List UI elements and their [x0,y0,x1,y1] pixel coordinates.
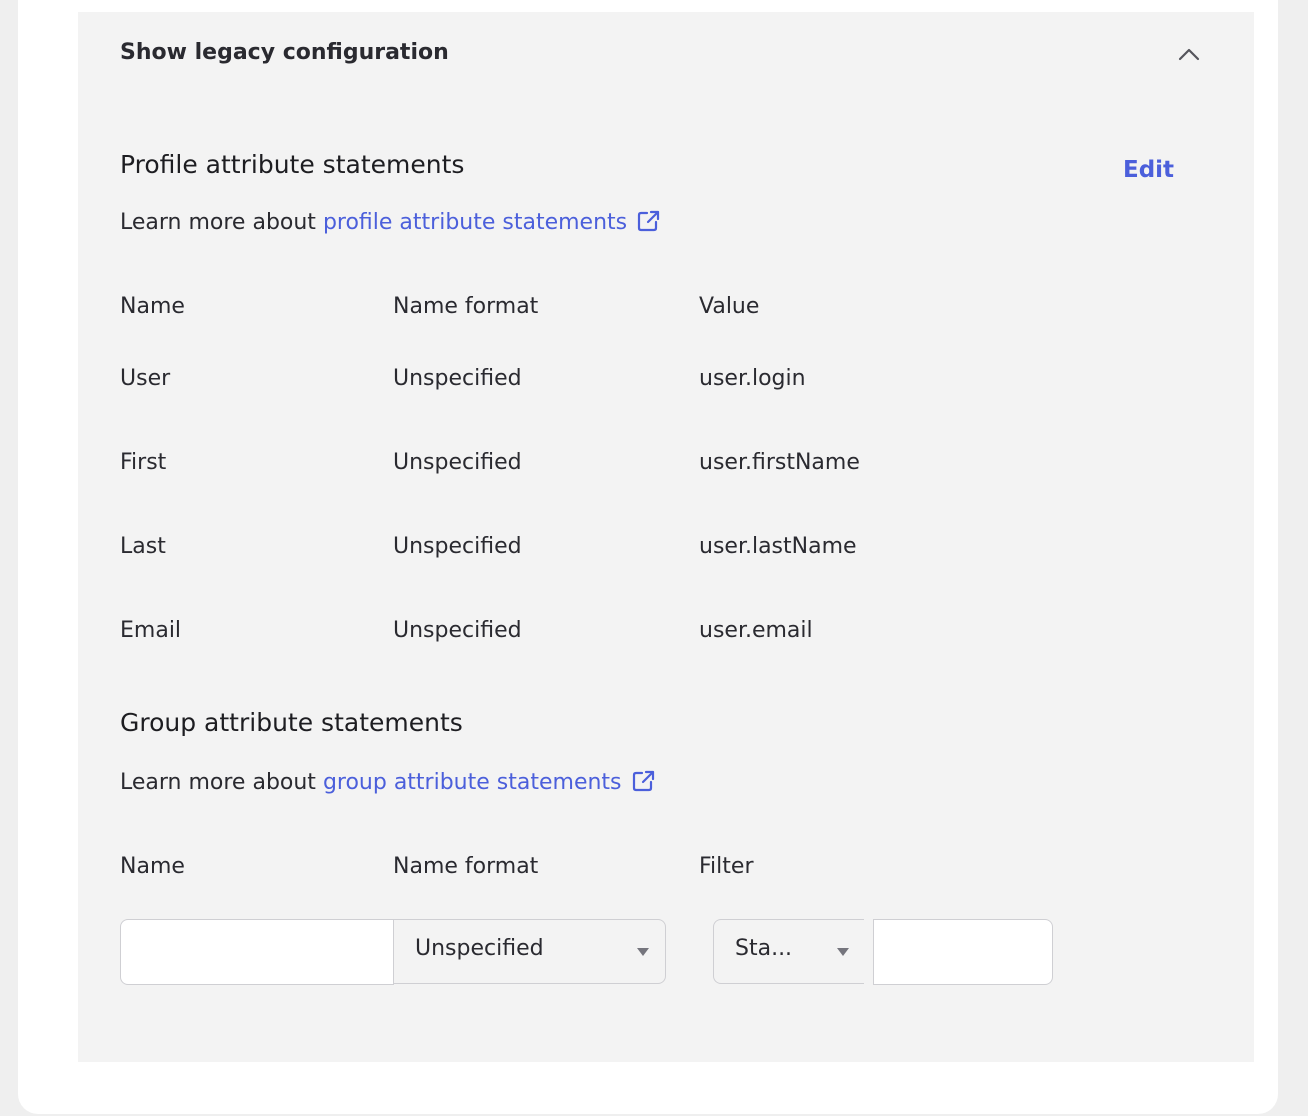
group-section-title: Group attribute statements [120,708,463,737]
caret-down-icon [837,948,849,956]
profile-attribute-statements-link[interactable]: profile attribute statements [323,210,627,235]
profile-row-format: Unspecified [393,534,522,559]
profile-row-name: Email [120,618,182,643]
caret-down-icon [637,948,649,956]
legacy-configuration-panel: Show legacy configuration Profile attrib… [78,12,1254,1062]
external-link-icon[interactable] [637,210,661,238]
profile-row-value: user.firstName [699,450,860,475]
profile-row-value: user.email [699,618,813,643]
group-learn-more: Learn more about group attribute stateme… [120,770,656,798]
group-column-name-format: Name format [393,854,539,879]
profile-row-name: First [120,450,167,475]
profile-learn-more: Learn more about profile attribute state… [120,210,661,238]
profile-row-value: user.lastName [699,534,857,559]
name-format-select[interactable]: Unspecified [393,919,666,984]
group-learn-more-prefix: Learn more about [120,770,323,795]
filter-type-select[interactable]: Sta... [713,919,864,984]
filter-type-selected-value: Sta... [735,936,793,961]
external-link-icon[interactable] [632,770,656,798]
profile-section-title: Profile attribute statements [120,150,465,179]
profile-column-name: Name [120,294,185,319]
edit-button[interactable]: Edit [1123,157,1174,183]
profile-row-format: Unspecified [393,618,522,643]
profile-row-name: User [120,366,171,391]
profile-row-format: Unspecified [393,366,522,391]
group-column-name: Name [120,854,185,879]
legacy-configuration-toggle-label[interactable]: Show legacy configuration [120,40,449,65]
profile-row-name: Last [120,534,166,559]
name-format-selected-value: Unspecified [415,936,544,961]
profile-row-format: Unspecified [393,450,522,475]
profile-row-value: user.login [699,366,806,391]
chevron-up-icon[interactable] [1176,42,1202,68]
group-column-filter: Filter [699,854,754,879]
profile-column-value: Value [699,294,760,319]
group-name-input[interactable] [120,919,394,985]
profile-column-name-format: Name format [393,294,539,319]
group-attribute-statements-link[interactable]: group attribute statements [323,770,622,795]
app-settings-card: Show legacy configuration Profile attrib… [18,0,1278,1114]
filter-value-input[interactable] [873,919,1053,985]
profile-learn-more-prefix: Learn more about [120,210,323,235]
